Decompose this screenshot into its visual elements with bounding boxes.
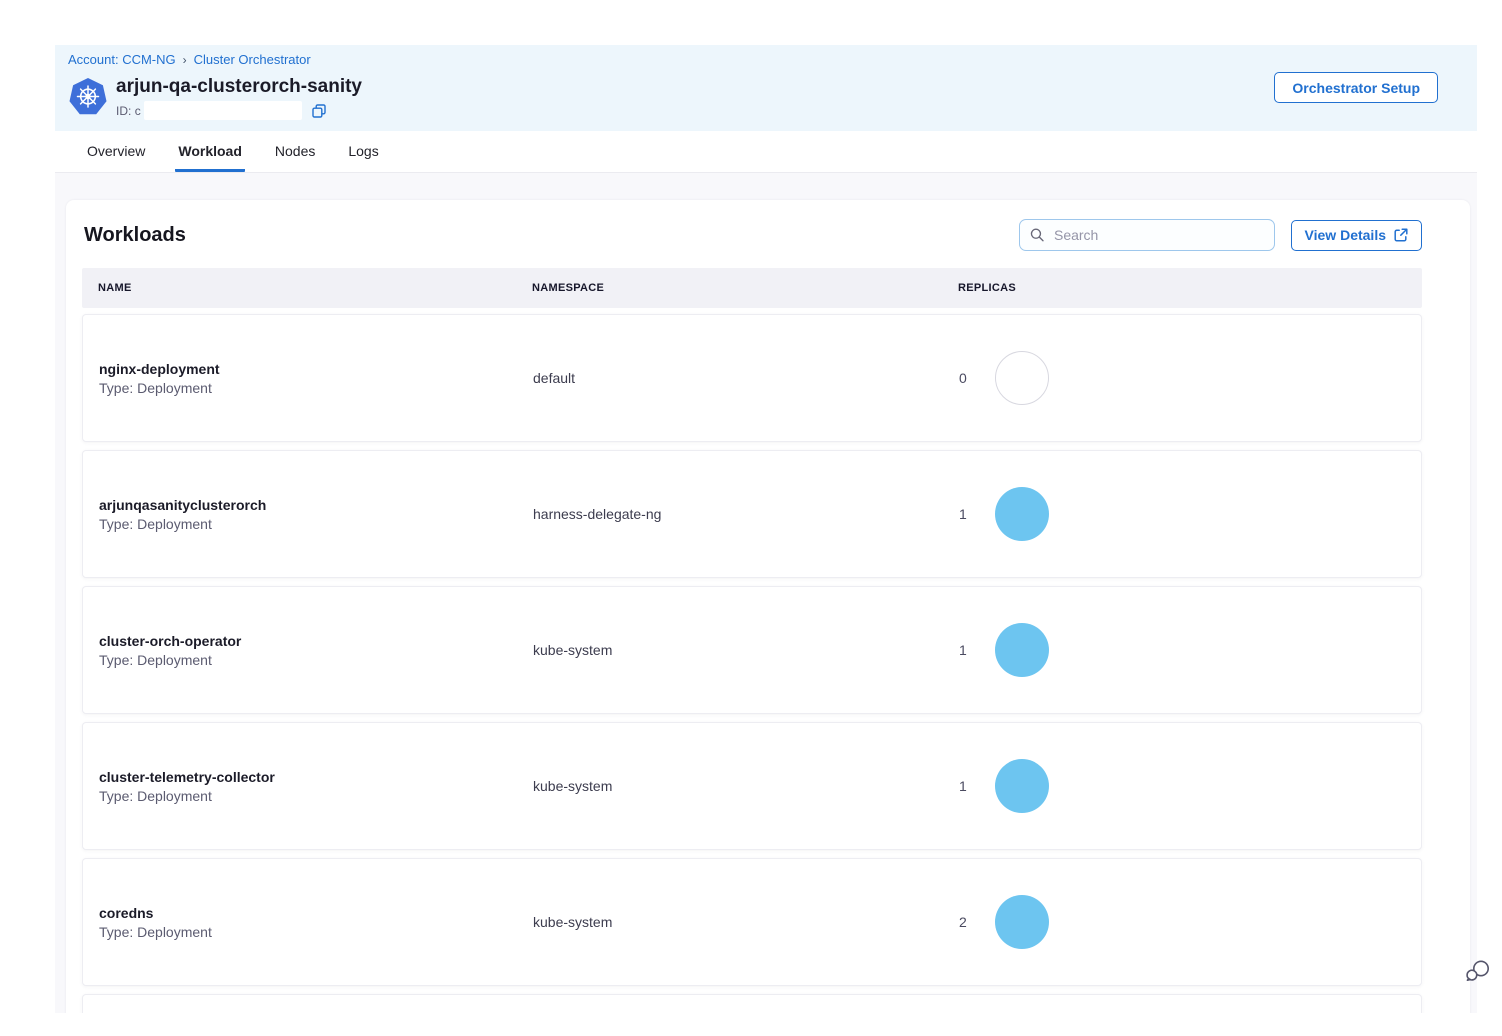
tab-nodes[interactable]: Nodes bbox=[272, 143, 318, 172]
workload-type: Type: Deployment bbox=[99, 516, 533, 532]
workload-name: arjunqasanityclusterorch bbox=[99, 497, 533, 513]
column-header-replicas: REPLICAS bbox=[958, 282, 1422, 294]
replica-status-circle bbox=[995, 351, 1049, 405]
content-area: Workloads View Details bbox=[55, 173, 1477, 1013]
page-title: arjun-qa-clusterorch-sanity bbox=[116, 75, 362, 98]
workload-type: Type: Deployment bbox=[99, 924, 533, 940]
table-header-row: NAME NAMESPACE REPLICAS bbox=[82, 268, 1422, 308]
replica-status-circle bbox=[995, 623, 1049, 677]
replica-count: 1 bbox=[959, 642, 968, 658]
replica-count: 2 bbox=[959, 914, 968, 930]
breadcrumb: Account: CCM-NG › Cluster Orchestrator bbox=[68, 52, 1438, 68]
table-row[interactable]: nginx-deployment Type: Deployment defaul… bbox=[82, 314, 1422, 442]
copy-icon[interactable] bbox=[312, 104, 326, 118]
workload-name: cluster-telemetry-collector bbox=[99, 769, 533, 785]
breadcrumb-separator: › bbox=[183, 53, 187, 67]
workload-namespace: kube-system bbox=[533, 778, 959, 794]
tab-bar: Overview Workload Nodes Logs bbox=[55, 131, 1477, 173]
table-row[interactable]: arjunqasanityclusterorch Type: Deploymen… bbox=[82, 450, 1422, 578]
replica-status-circle bbox=[995, 759, 1049, 813]
id-label: ID: bbox=[116, 104, 131, 118]
workloads-title: Workloads bbox=[84, 224, 186, 247]
app-container: Account: CCM-NG › Cluster Orchestrator bbox=[55, 45, 1477, 1013]
workload-type: Type: Deployment bbox=[99, 380, 533, 396]
table-row[interactable]: cluster-telemetry-collector Type: Deploy… bbox=[82, 722, 1422, 850]
workload-namespace: kube-system bbox=[533, 914, 959, 930]
replica-count: 1 bbox=[959, 778, 968, 794]
chat-bubbles-icon bbox=[1464, 957, 1492, 985]
tab-logs[interactable]: Logs bbox=[345, 143, 381, 172]
workloads-panel: Workloads View Details bbox=[66, 200, 1470, 1013]
external-link-icon bbox=[1394, 228, 1408, 242]
workload-name: nginx-deployment bbox=[99, 361, 533, 377]
workload-namespace: default bbox=[533, 370, 959, 386]
workload-namespace: kube-system bbox=[533, 642, 959, 658]
kubernetes-icon bbox=[68, 77, 108, 117]
id-value: c bbox=[135, 104, 141, 118]
tab-overview[interactable]: Overview bbox=[84, 143, 148, 172]
workload-type: Type: Deployment bbox=[99, 788, 533, 804]
replica-count: 0 bbox=[959, 370, 968, 386]
table-row[interactable]: cluster-orch-operator Type: Deployment k… bbox=[82, 586, 1422, 714]
table-row-partial[interactable] bbox=[82, 994, 1422, 1013]
search-input[interactable] bbox=[1052, 226, 1264, 244]
replica-count: 1 bbox=[959, 506, 968, 522]
breadcrumb-account-link[interactable]: Account: CCM-NG bbox=[68, 52, 176, 67]
workload-name: cluster-orch-operator bbox=[99, 633, 533, 649]
column-header-namespace: NAMESPACE bbox=[532, 282, 958, 294]
replica-status-circle bbox=[995, 487, 1049, 541]
page-header: Account: CCM-NG › Cluster Orchestrator bbox=[55, 45, 1477, 131]
replica-status-circle bbox=[995, 895, 1049, 949]
workload-type: Type: Deployment bbox=[99, 652, 533, 668]
column-header-name: NAME bbox=[98, 282, 532, 294]
chat-help-button[interactable] bbox=[1463, 957, 1493, 987]
view-details-label: View Details bbox=[1305, 227, 1386, 243]
workloads-table: NAME NAMESPACE REPLICAS nginx-deployment… bbox=[82, 268, 1422, 1013]
search-icon bbox=[1030, 227, 1044, 243]
tab-workload[interactable]: Workload bbox=[175, 143, 245, 172]
orchestrator-setup-button[interactable]: Orchestrator Setup bbox=[1274, 72, 1438, 103]
id-redaction-box bbox=[144, 101, 302, 120]
search-box[interactable] bbox=[1019, 219, 1275, 251]
workload-name: coredns bbox=[99, 905, 533, 921]
workload-namespace: harness-delegate-ng bbox=[533, 506, 959, 522]
breadcrumb-cluster-orchestrator-link[interactable]: Cluster Orchestrator bbox=[194, 52, 311, 67]
table-row[interactable]: coredns Type: Deployment kube-system 2 bbox=[82, 858, 1422, 986]
view-details-button[interactable]: View Details bbox=[1291, 220, 1422, 251]
